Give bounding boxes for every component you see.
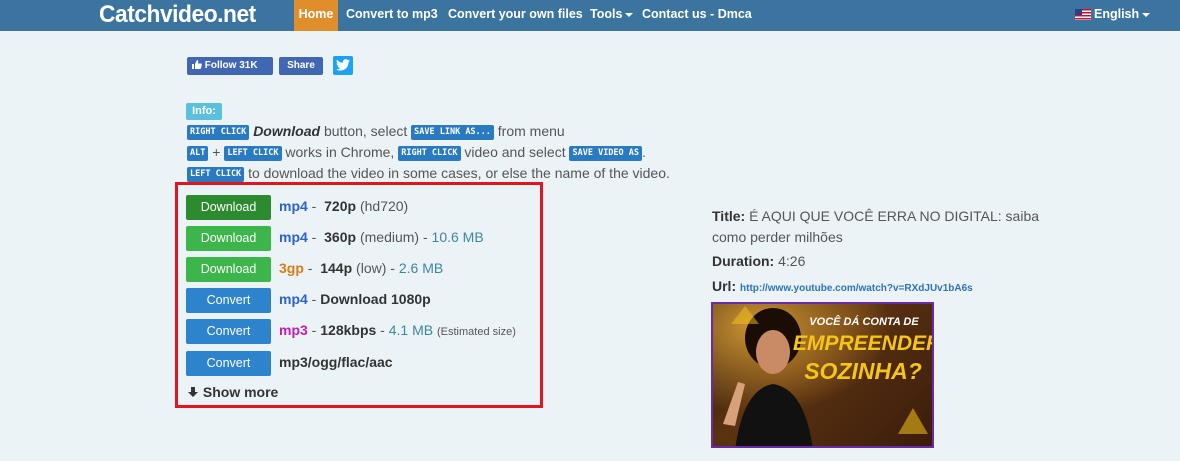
resolution-label: 720p	[324, 198, 357, 214]
convert-button-audio-formats[interactable]: Convert	[186, 351, 271, 376]
format-label: mp4	[279, 291, 308, 307]
separator: -	[419, 229, 432, 245]
caret-down-icon	[1142, 12, 1151, 17]
format-label: mp4	[279, 198, 308, 214]
convert-option-mp4-1080p: mp4 - Download 1080p	[279, 291, 431, 307]
kbd-left-click: LEFT CLICK	[187, 167, 245, 182]
download-option-mp4-720p: mp4 - 720p (hd720)	[279, 198, 408, 214]
quality-label: (low)	[356, 260, 387, 276]
download-option-3gp-144p: 3gp - 144p (low) - 2.6 MB	[279, 260, 443, 276]
separator: -	[376, 322, 389, 338]
show-more-link[interactable]: Show more	[187, 384, 278, 400]
kbd-left-click: LEFT CLICK	[224, 146, 282, 161]
twitter-icon	[336, 59, 350, 71]
format-label: 3gp	[279, 260, 304, 276]
bitrate-label: 128kbps	[320, 322, 377, 338]
person-face	[756, 330, 790, 374]
convert-option-audio-formats: mp3/ogg/flac/aac	[279, 354, 393, 370]
quality-label: (hd720)	[359, 198, 409, 214]
quality-label: (medium)	[359, 229, 420, 245]
top-navbar: Catchvideo.net Home Convert to mp3 Conve…	[0, 0, 1180, 31]
arrow-down-icon	[188, 387, 198, 397]
kbd-save-video-as: SAVE VIDEO AS	[569, 146, 643, 161]
duration-label: Duration:	[712, 253, 775, 269]
thumbnail-caption-1: VOCÊ DÁ CONTA DE	[809, 316, 919, 328]
separator: -	[307, 322, 321, 338]
nav-convert-own-files[interactable]: Convert your own files	[448, 0, 583, 31]
info-badge: Info:	[186, 103, 222, 120]
nav-tools-dropdown[interactable]: Tools	[590, 0, 634, 31]
download-button-3gp-144p[interactable]: Download	[186, 257, 271, 282]
file-size: 10.6 MB	[431, 229, 484, 245]
separator: -	[307, 291, 321, 307]
kbd-alt: ALT	[187, 146, 209, 161]
download-emphasis: Download	[253, 123, 321, 139]
file-size: 2.6 MB	[398, 260, 444, 276]
info-line-2: ALT + LEFT CLICK works in Chrome, RIGHT …	[187, 144, 646, 161]
kbd-right-click: RIGHT CLICK	[187, 125, 250, 140]
video-duration: Duration: 4:26	[712, 253, 805, 269]
resolution-label: 360p	[324, 229, 357, 245]
separator: -	[303, 260, 317, 276]
site-logo[interactable]: Catchvideo.net	[99, 1, 256, 29]
language-label: English	[1094, 7, 1140, 21]
thumbnail-caption-3: SOZINHA?	[804, 358, 922, 384]
convert-option-mp3-128kbps: mp3 - 128kbps - 4.1 MB (Estimated size)	[279, 322, 516, 338]
duration-value: 4:26	[778, 253, 806, 269]
estimated-size-note: (Estimated size)	[437, 326, 516, 338]
download-option-mp4-360p: mp4 - 360p (medium) - 10.6 MB	[279, 229, 484, 245]
nav-tools-label: Tools	[590, 7, 623, 21]
facebook-follow-button[interactable]: Follow 31K	[187, 57, 273, 75]
video-url-link[interactable]: http://www.youtube.com/watch?v=RXdJUv1bA…	[740, 283, 973, 294]
info-text: video and select	[460, 144, 570, 160]
separator: -	[307, 229, 321, 245]
twitter-button[interactable]	[333, 56, 353, 75]
format-label: mp4	[279, 229, 308, 245]
convert-button-mp4-1080p[interactable]: Convert	[186, 288, 271, 313]
thumbs-up-icon	[192, 60, 202, 69]
download-button-mp4-360p[interactable]: Download	[186, 226, 271, 251]
separator: -	[307, 198, 321, 214]
info-line-1: RIGHT CLICK Download button, select SAVE…	[187, 123, 565, 140]
info-text: .	[642, 144, 646, 160]
info-text: from menu	[493, 123, 565, 139]
thumbnail-caption-2: EMPREENDER	[793, 332, 934, 355]
convert-button-mp3-128kbps[interactable]: Convert	[186, 319, 271, 344]
file-size: 4.1 MB	[388, 322, 434, 338]
info-text: button, select	[320, 123, 412, 139]
separator: -	[386, 260, 399, 276]
caret-down-icon	[625, 12, 634, 17]
title-value: É AQUI QUE VOCÊ ERRA NO DIGITAL: saiba c…	[712, 208, 1040, 245]
nav-convert-to-mp3[interactable]: Convert to mp3	[346, 0, 438, 31]
formats-label: mp3/ogg/flac/aac	[279, 354, 393, 370]
url-label: Url:	[712, 278, 737, 294]
download-button-mp4-720p[interactable]: Download	[186, 195, 271, 220]
kbd-right-click: RIGHT CLICK	[398, 146, 461, 161]
kbd-save-link-as: SAVE LINK AS...	[411, 125, 494, 140]
show-more-label: Show more	[202, 384, 279, 400]
resolution-label: Download 1080p	[320, 291, 431, 307]
facebook-share-button[interactable]: Share	[279, 57, 323, 75]
video-url: Url: http://www.youtube.com/watch?v=RXdJ…	[712, 278, 973, 294]
info-text: to download the video in some cases, or …	[244, 165, 670, 181]
info-text: works in Chrome,	[281, 144, 399, 160]
video-thumbnail[interactable]: VOCÊ DÁ CONTA DE EMPREENDER SOZINHA?	[711, 302, 934, 448]
format-label: mp3	[279, 322, 308, 338]
info-text: +	[208, 144, 225, 160]
nav-home[interactable]: Home	[294, 0, 338, 31]
us-flag-icon	[1075, 9, 1091, 21]
follow-label: Follow 31K	[204, 60, 258, 71]
nav-contact-dmca[interactable]: Contact us - Dmca	[642, 0, 752, 31]
resolution-label: 144p	[320, 260, 353, 276]
video-title: Title: É AQUI QUE VOCÊ ERRA NO DIGITAL: …	[712, 206, 1072, 248]
language-selector[interactable]: English	[1075, 0, 1151, 31]
info-line-3: LEFT CLICK to download the video in some…	[187, 165, 670, 182]
title-label: Title:	[712, 208, 746, 224]
